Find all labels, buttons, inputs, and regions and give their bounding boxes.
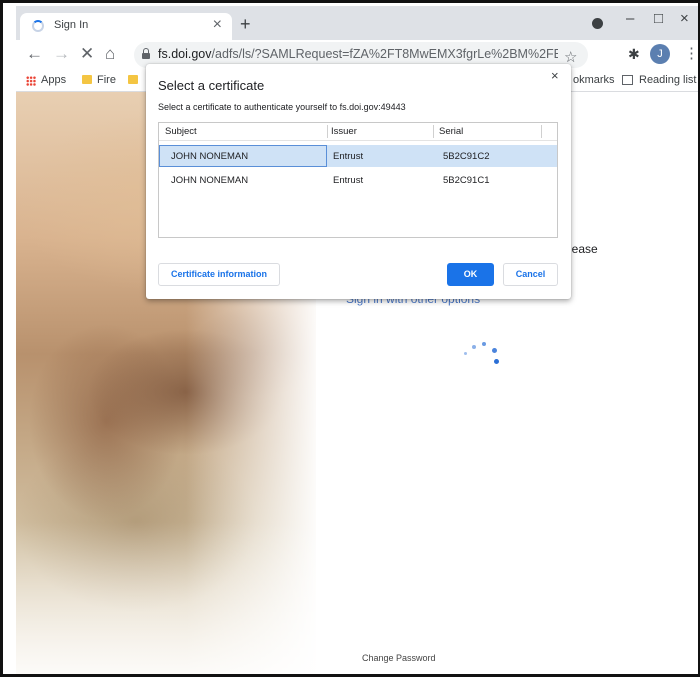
column-header-issuer[interactable]: Issuer [331,126,357,137]
dialog-close-icon[interactable]: × [551,68,559,83]
cell-issuer: Entrust [333,175,364,186]
tab-sign-in[interactable]: Sign In × [20,13,232,40]
folder-icon [128,75,138,84]
background-fade-bottom [16,522,346,675]
loading-dots-icon [462,340,502,370]
select-certificate-dialog: Select a certificate × Select a certific… [146,64,571,299]
cell-serial: 5B2C91C2 [443,151,490,162]
table-row[interactable]: JOHN NONEMAN Entrust 5B2C91C1 [159,169,557,191]
incognito-dot-icon [592,18,603,29]
url-host: fs.doi.gov [158,47,212,61]
profile-avatar[interactable]: J [650,44,670,64]
apps-grid-icon[interactable] [26,76,36,86]
dialog-subtitle: Select a certificate to authenticate you… [158,102,406,112]
dialog-title: Select a certificate [158,78,265,93]
new-tab-button[interactable]: + [240,14,251,35]
reading-list-icon [622,75,633,85]
bookmark-fire[interactable]: Fire [97,74,116,86]
reading-list[interactable]: Reading list [639,74,696,86]
forward-button[interactable]: → [53,44,70,64]
ok-button[interactable]: OK [447,263,494,286]
column-header-subject[interactable]: Subject [165,126,197,137]
extensions-icon[interactable]: ✱ [628,46,640,63]
cancel-button[interactable]: Cancel [503,263,558,286]
tab-close-icon[interactable]: × [213,16,222,34]
url-text[interactable]: fs.doi.gov/adfs/ls/?SAMLRequest=fZA%2FT8… [158,47,558,61]
certificate-information-button[interactable]: Certificate information [158,263,280,286]
stop-button[interactable]: ✕ [80,44,94,64]
table-row[interactable]: JOHN NONEMAN Entrust 5B2C91C2 [159,145,557,167]
window-close-button[interactable]: × [680,10,689,27]
instruction-text: lease [569,242,598,256]
cell-issuer: Entrust [333,151,364,162]
table-header: Subject Issuer Serial [159,123,557,141]
loading-spinner-icon [32,20,44,32]
cell-serial: 5B2C91C1 [443,175,490,186]
certificate-table: Subject Issuer Serial JOHN NONEMAN Entru… [158,122,558,238]
bookmark-apps[interactable]: Apps [41,74,66,86]
maximize-button[interactable]: □ [654,10,663,27]
url-path: /adfs/ls/?SAMLRequest=fZA%2FT8MwEMX3fgrL… [211,47,558,61]
change-password-link[interactable]: Change Password [362,653,436,663]
cell-subject: JOHN NONEMAN [171,151,249,162]
cell-subject: JOHN NONEMAN [171,175,249,186]
folder-icon [82,75,92,84]
menu-icon[interactable]: ⋮ [684,44,699,62]
minimize-button[interactable]: – [626,10,634,27]
lock-icon[interactable] [142,48,150,59]
tab-strip: Sign In × + – □ × [16,6,698,40]
other-bookmarks[interactable]: okmarks [573,74,615,86]
home-button[interactable]: ⌂ [105,44,115,64]
column-header-serial[interactable]: Serial [439,126,463,137]
back-button[interactable]: ← [26,44,43,64]
tab-title: Sign In [54,19,89,31]
